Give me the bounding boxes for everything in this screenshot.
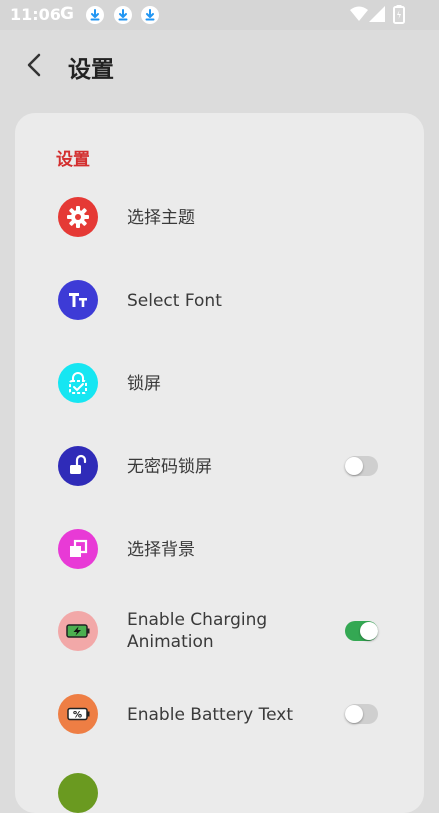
section-title: 设置 [56, 150, 90, 170]
google-icon: G [60, 4, 74, 24]
page-title: 设置 [68, 57, 114, 83]
settings-item-label: Enable Charging Animation [127, 609, 267, 653]
copy-icon [58, 529, 98, 569]
no-password-lock-toggle[interactable] [345, 456, 378, 476]
wifi-icon [350, 6, 368, 26]
label-line-2: Animation [127, 632, 214, 652]
gear-icon [58, 197, 98, 237]
app-header: 设置 [0, 30, 439, 100]
settings-item-label: 选择背景 [127, 540, 195, 560]
settings-item-label: 无密码锁屏 [127, 457, 212, 477]
unlock-icon [58, 446, 98, 486]
font-icon [58, 280, 98, 320]
label-line-1: Enable Charging [127, 610, 268, 630]
download-icon [141, 6, 159, 24]
next-item-icon [58, 773, 98, 813]
toggle-knob [360, 622, 378, 640]
battery-charging-icon [58, 611, 98, 651]
download-icon [114, 6, 132, 24]
svg-text:%: % [73, 711, 82, 721]
settings-item-background[interactable]: 选择背景 [15, 509, 424, 589]
lock-check-icon [58, 363, 98, 403]
settings-item-battery-text[interactable]: % Enable Battery Text [15, 674, 424, 754]
settings-item-font[interactable]: Select Font [15, 260, 424, 340]
settings-item-label: Enable Battery Text [127, 705, 294, 725]
toggle-knob [345, 457, 363, 475]
settings-item-label: 选择主题 [127, 208, 195, 228]
charging-animation-toggle[interactable] [345, 621, 378, 641]
chevron-left-icon [18, 53, 52, 86]
toggle-knob [345, 705, 363, 723]
signal-icon [369, 6, 386, 27]
status-bar: 11:06 G [0, 0, 439, 30]
battery-icon [393, 5, 405, 28]
settings-item-no-password-lock[interactable]: 无密码锁屏 [15, 426, 424, 506]
settings-item-label: 锁屏 [127, 374, 161, 394]
battery-percent-icon: % [58, 694, 98, 734]
battery-text-toggle[interactable] [345, 704, 378, 724]
settings-item-lockscreen[interactable]: 锁屏 [15, 343, 424, 423]
settings-item-label: Select Font [127, 291, 222, 311]
back-button[interactable] [18, 48, 52, 82]
settings-card: 设置 选择主题 Select Font 锁屏 无密码锁屏 选择背景 Enable… [15, 113, 424, 813]
status-time: 11:06 [10, 5, 61, 24]
settings-item-theme[interactable]: 选择主题 [15, 177, 424, 257]
download-icon [86, 6, 104, 24]
settings-item-charging-animation[interactable]: Enable Charging Animation [15, 591, 424, 671]
